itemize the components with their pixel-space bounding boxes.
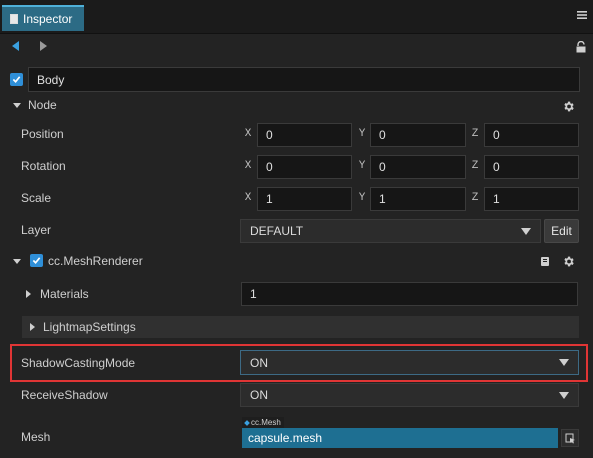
- chevron-down-icon: [521, 227, 531, 235]
- scale-y-axis: Y: [358, 192, 366, 204]
- rotation-label: Rotation: [21, 159, 66, 173]
- receive-shadow-select[interactable]: ON: [240, 383, 579, 407]
- materials-expand-icon[interactable]: [26, 290, 31, 298]
- component-enabled-checkbox[interactable]: [30, 254, 43, 267]
- tab-inspector[interactable]: Inspector: [2, 5, 84, 31]
- lock-icon[interactable]: [574, 40, 588, 54]
- mesh-asset-field[interactable]: capsule.mesh: [242, 428, 558, 448]
- shadow-casting-label: ShadowCastingMode: [21, 356, 136, 370]
- chevron-down-icon: [559, 359, 569, 366]
- lightmap-expand-icon: [30, 323, 35, 331]
- node-section-title: Node: [28, 98, 57, 112]
- scale-label: Scale: [21, 191, 52, 205]
- forward-arrow-icon[interactable]: [36, 38, 52, 54]
- lightmap-label: LightmapSettings: [43, 320, 136, 334]
- book-icon[interactable]: [539, 255, 552, 268]
- position-label: Position: [21, 127, 64, 141]
- receive-shadow-label: ReceiveShadow: [21, 388, 108, 402]
- layer-label: Layer: [21, 223, 52, 237]
- shadow-casting-select[interactable]: ON: [240, 350, 579, 375]
- rotation-y-axis: Y: [358, 160, 366, 172]
- position-x-input[interactable]: 0: [257, 123, 352, 147]
- layer-select[interactable]: DEFAULT: [240, 219, 541, 243]
- materials-count-input[interactable]: 1: [241, 282, 578, 306]
- back-arrow-icon[interactable]: [8, 38, 24, 54]
- tab-title: Inspector: [23, 12, 73, 26]
- scale-x-axis: X: [244, 192, 252, 204]
- mesh-type-icon: [244, 419, 250, 426]
- position-z-input[interactable]: 0: [484, 123, 579, 147]
- node-active-checkbox[interactable]: [10, 73, 23, 86]
- tab-bar: Inspector: [0, 0, 593, 34]
- rotation-y-input[interactable]: 0: [370, 155, 466, 179]
- component-gear-icon[interactable]: [561, 254, 575, 268]
- rotation-x-input[interactable]: 0: [257, 155, 352, 179]
- receive-shadow-value: ON: [250, 388, 268, 402]
- component-title: cc.MeshRenderer: [48, 254, 143, 268]
- rotation-z-input[interactable]: 0: [484, 155, 579, 179]
- shadow-casting-value: ON: [250, 355, 268, 370]
- position-z-axis: Z: [471, 128, 479, 140]
- layer-edit-button[interactable]: Edit: [544, 219, 579, 243]
- rotation-z-axis: Z: [471, 160, 479, 172]
- component-collapse-icon[interactable]: [13, 259, 21, 264]
- menu-icon[interactable]: [577, 10, 587, 22]
- rotation-x-axis: X: [244, 160, 252, 172]
- scale-z-input[interactable]: 1: [484, 187, 579, 211]
- inspector-icon: [10, 14, 18, 24]
- position-y-axis: Y: [358, 128, 366, 140]
- mesh-label: Mesh: [21, 430, 51, 444]
- scale-z-axis: Z: [471, 192, 479, 204]
- gear-icon[interactable]: [561, 99, 575, 113]
- position-x-axis: X: [244, 128, 252, 140]
- mesh-type-text: cc.Mesh: [251, 418, 281, 427]
- asset-pick-icon[interactable]: [561, 429, 579, 447]
- scale-y-input[interactable]: 1: [370, 187, 466, 211]
- materials-label: Materials: [40, 287, 89, 301]
- position-y-input[interactable]: 0: [370, 123, 466, 147]
- node-collapse-icon[interactable]: [13, 103, 21, 108]
- chevron-down-icon: [559, 391, 569, 399]
- node-name-input[interactable]: Body: [28, 67, 580, 92]
- mesh-type-tag: cc.Mesh: [242, 417, 284, 428]
- layer-value: DEFAULT: [250, 224, 304, 238]
- scale-x-input[interactable]: 1: [257, 187, 352, 211]
